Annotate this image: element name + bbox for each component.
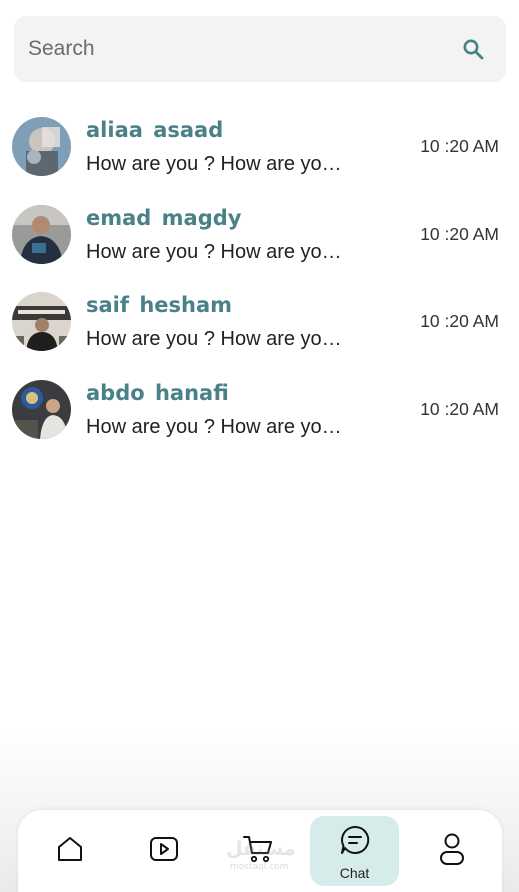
chat-name: aliaa asaad bbox=[86, 118, 224, 142]
avatar[interactable] bbox=[12, 292, 71, 351]
nav-cart[interactable] bbox=[238, 810, 278, 892]
chat-preview: How are you ? How are you ? How are you bbox=[86, 240, 348, 263]
profile-icon bbox=[438, 832, 466, 871]
chat-row[interactable]: aliaa asaad How are you ? How are you ? … bbox=[0, 110, 519, 198]
chat-name: abdo hanafi bbox=[86, 380, 229, 405]
nav-video[interactable] bbox=[144, 810, 184, 892]
nav-chat[interactable]: Chat bbox=[310, 816, 399, 886]
video-icon bbox=[149, 834, 179, 869]
chat-time: 10 :20 AM bbox=[420, 311, 499, 331]
chat-preview: How are you ? How are you ? How are you bbox=[86, 328, 348, 350]
chat-name: emad magdy bbox=[86, 205, 242, 230]
chat-time: 10 :20 AM bbox=[420, 223, 499, 244]
search-icon[interactable] bbox=[460, 36, 486, 62]
chat-row[interactable]: emad magdy How are you ? How are you ? H… bbox=[0, 198, 519, 286]
chat-time: 10 :20 AM bbox=[420, 398, 499, 419]
nav-chat-label: Chat bbox=[339, 864, 370, 881]
bottom-nav: Chat bbox=[18, 810, 502, 892]
chat-preview: How are you ? How are you ? How are you bbox=[86, 415, 348, 438]
cart-icon bbox=[242, 834, 274, 869]
avatar[interactable] bbox=[12, 204, 71, 264]
home-icon bbox=[55, 834, 85, 869]
search-input[interactable] bbox=[28, 37, 460, 61]
chat-row[interactable]: abdo hanafi How are you ? How are you ? … bbox=[0, 373, 519, 461]
chat-icon bbox=[339, 824, 371, 861]
nav-profile[interactable] bbox=[432, 810, 472, 892]
search-bar[interactable] bbox=[14, 16, 506, 82]
avatar[interactable] bbox=[12, 117, 71, 176]
avatar[interactable] bbox=[12, 379, 71, 439]
chat-preview: How are you ? How are you ? How are you bbox=[86, 153, 348, 175]
nav-home[interactable] bbox=[50, 810, 90, 892]
chat-time: 10 :20 AM bbox=[420, 136, 499, 156]
chat-name: saif hesham bbox=[86, 293, 233, 317]
chat-list: aliaa asaad How are you ? How are you ? … bbox=[0, 110, 519, 460]
chat-row[interactable]: saif hesham How are you ? How are you ? … bbox=[0, 285, 519, 373]
